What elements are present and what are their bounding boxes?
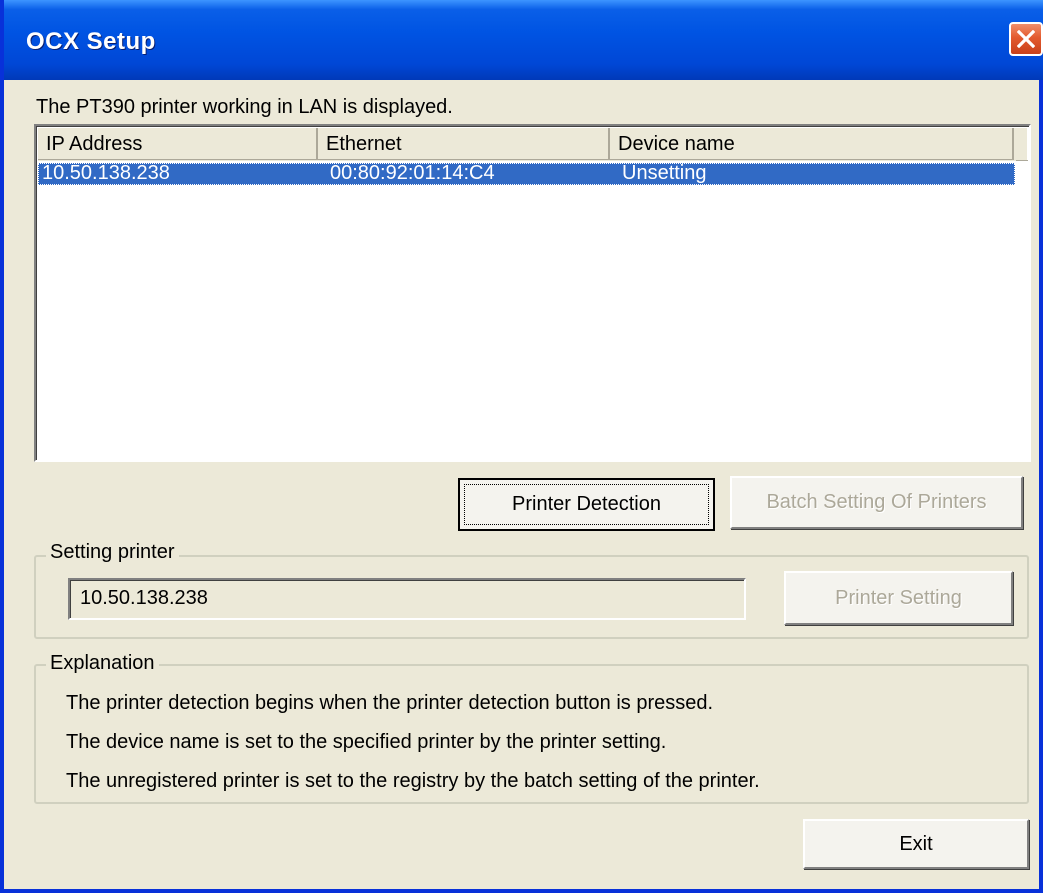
exit-button[interactable]: Exit bbox=[803, 819, 1029, 869]
selected-printer-field[interactable]: 10.50.138.238 bbox=[68, 578, 746, 620]
column-header-filler bbox=[1016, 128, 1028, 161]
window-title: OCX Setup bbox=[26, 28, 156, 55]
table-row[interactable]: 10.50.138.238 00:80:92:01:14:C4 Unsettin… bbox=[38, 163, 1015, 185]
row-ip: 10.50.138.238 bbox=[42, 162, 170, 184]
printer-detection-button[interactable]: Printer Detection bbox=[458, 478, 715, 531]
column-header-ip[interactable]: IP Address bbox=[38, 128, 318, 160]
list-header: IP Address Ethernet Device name bbox=[38, 128, 1028, 161]
printer-setting-label: Printer Setting bbox=[835, 587, 962, 609]
column-header-ethernet[interactable]: Ethernet bbox=[318, 128, 610, 160]
focus-rect bbox=[464, 484, 709, 525]
explanation-line-2: The device name is set to the specified … bbox=[66, 731, 667, 753]
printer-setting-button[interactable]: Printer Setting bbox=[784, 571, 1013, 625]
printer-list[interactable]: IP Address Ethernet Device name 10.50.13… bbox=[34, 124, 1031, 462]
batch-setting-button[interactable]: Batch Setting Of Printers bbox=[730, 476, 1023, 529]
setting-printer-label: Setting printer bbox=[46, 541, 179, 564]
row-ethernet: 00:80:92:01:14:C4 bbox=[330, 162, 495, 184]
exit-label: Exit bbox=[899, 833, 933, 855]
explanation-line-3: The unregistered printer is set to the r… bbox=[66, 770, 760, 792]
explanation-line-1: The printer detection begins when the pr… bbox=[66, 692, 714, 714]
batch-setting-label: Batch Setting Of Printers bbox=[766, 491, 987, 513]
column-header-device[interactable]: Device name bbox=[610, 128, 1014, 160]
close-button[interactable] bbox=[1009, 22, 1043, 56]
title-bar[interactable]: OCX Setup bbox=[4, 0, 1043, 80]
list-caption: The PT390 printer working in LAN is disp… bbox=[36, 96, 453, 118]
close-x-icon bbox=[1017, 30, 1035, 48]
row-device-name: Unsetting bbox=[622, 162, 707, 184]
explanation-label: Explanation bbox=[46, 652, 159, 675]
